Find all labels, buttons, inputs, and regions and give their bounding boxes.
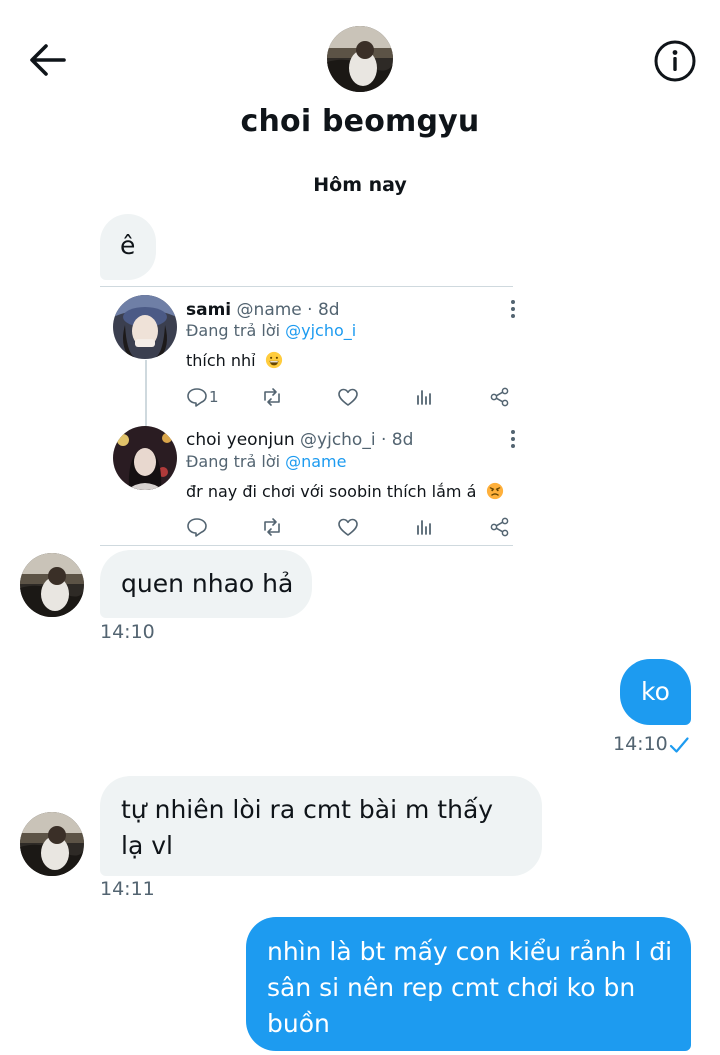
views-icon[interactable] [412, 386, 436, 408]
back-button[interactable] [22, 38, 72, 84]
reply-count: 1 [209, 388, 219, 406]
message-bubble-outgoing[interactable]: ko [620, 659, 691, 725]
tweet-author-handle: @yjcho_i [300, 430, 376, 450]
read-check-icon [668, 734, 690, 756]
share-icon[interactable] [488, 386, 512, 408]
angry-face-icon [486, 482, 503, 500]
message-bubble-incoming[interactable]: quen nhao hả [100, 550, 312, 618]
info-icon [654, 40, 696, 82]
more-options-icon[interactable] [509, 429, 517, 449]
message-bubble-outgoing[interactable]: nhìn là bt mấy con kiểu rảnh l đi sân si… [246, 917, 691, 1051]
tweet-author-handle: @name [236, 300, 302, 320]
more-options-icon[interactable] [509, 299, 517, 319]
reply-prefix: Đang trả lời [186, 321, 281, 340]
grinning-face-icon [265, 351, 282, 369]
info-button[interactable] [652, 38, 698, 84]
reply-mention-link[interactable]: @name [285, 452, 346, 471]
tweet-text: đr nay đi chơi với soobin thích lắm á [186, 482, 504, 501]
like-icon[interactable] [336, 386, 360, 408]
tweet-card-top-divider [100, 286, 513, 287]
message-bubble-incoming[interactable]: ê [100, 214, 156, 280]
conversation-avatar[interactable] [327, 26, 393, 92]
reply-prefix: Đang trả lời [186, 452, 281, 471]
message-timestamp: 14:11 [100, 878, 155, 900]
tweet-avatar[interactable] [113, 295, 177, 359]
message-bubble-incoming[interactable]: tự nhiên lòi ra cmt bài m thấy lạ vl [100, 776, 542, 876]
tweet-avatar[interactable] [113, 426, 177, 490]
tweet-age: 8d [391, 430, 414, 450]
reply-icon[interactable] [185, 386, 209, 408]
tweet-author-name[interactable]: choi yeonjun [186, 430, 295, 450]
tweet-age: 8d [317, 300, 340, 320]
sender-avatar[interactable] [20, 812, 84, 876]
share-icon[interactable] [488, 516, 512, 538]
date-separator: Hôm nay [313, 174, 407, 196]
retweet-icon[interactable] [260, 386, 284, 408]
tweet-card-bottom-divider [100, 545, 513, 546]
views-icon[interactable] [412, 516, 436, 538]
message-timestamp: 14:10 [100, 621, 155, 643]
message-timestamp: 14:10 [613, 733, 668, 755]
retweet-icon[interactable] [260, 516, 284, 538]
thread-connector [145, 360, 147, 428]
like-icon[interactable] [336, 516, 360, 538]
reply-mention-link[interactable]: @yjcho_i [285, 321, 356, 340]
tweet-author-name[interactable]: sami [186, 300, 231, 320]
conversation-title: choi beomgyu [240, 104, 480, 139]
sender-avatar[interactable] [20, 553, 84, 617]
tweet-text: thích nhỉ [186, 351, 283, 370]
arrow-left-icon [30, 44, 66, 76]
reply-icon[interactable] [185, 516, 209, 538]
